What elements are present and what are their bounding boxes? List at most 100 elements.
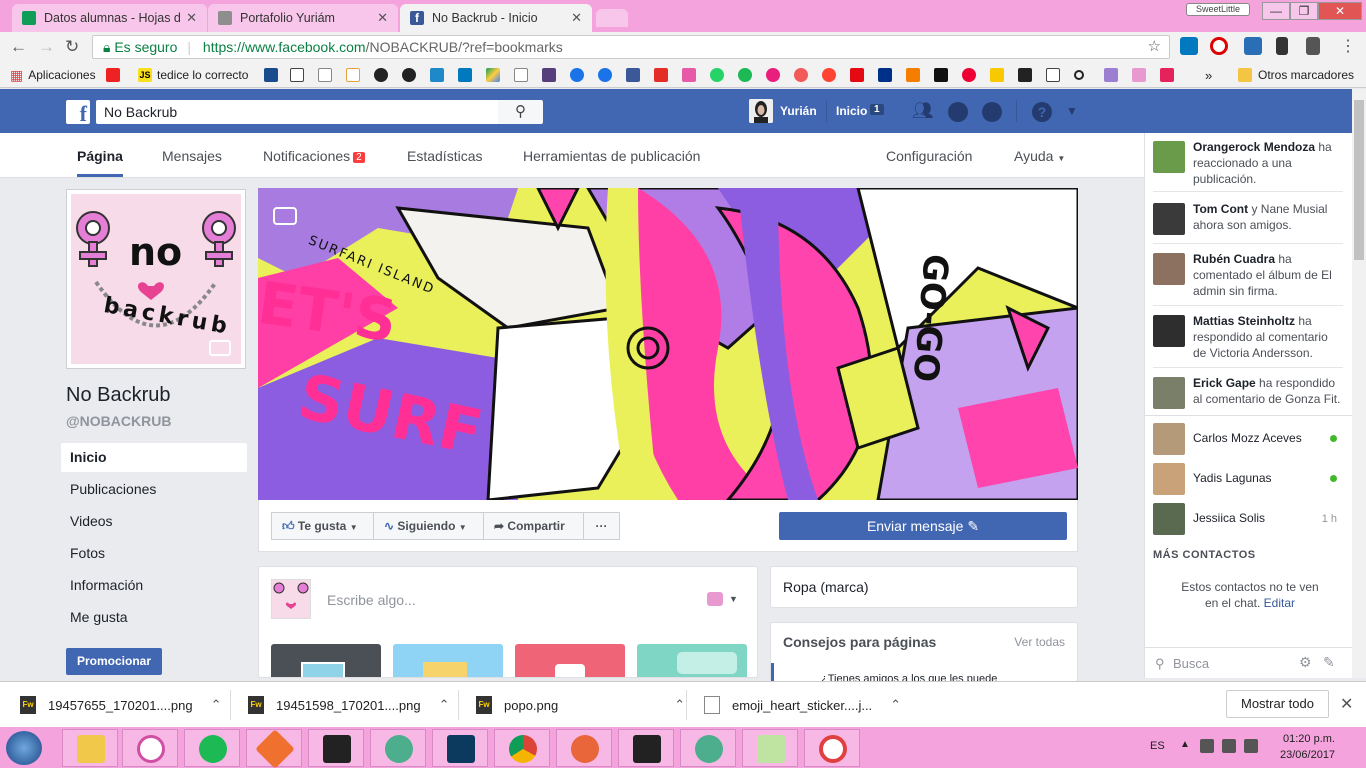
extension-icon[interactable] [1276, 37, 1288, 55]
document-icon[interactable] [318, 68, 332, 82]
help-icon[interactable]: ? [1032, 102, 1052, 122]
github-icon[interactable] [374, 68, 388, 82]
apps-bookmark[interactable]: ▦ Aplicaciones [10, 67, 96, 83]
trello-extension-icon[interactable] [1180, 37, 1198, 55]
blogger-icon[interactable] [906, 68, 920, 82]
messenger-icon[interactable] [948, 102, 968, 122]
chat-contact[interactable]: Carlos Mozz Aceves [1153, 423, 1343, 455]
page-category[interactable]: Ropa (marca) [770, 566, 1078, 608]
bookmark-icon[interactable] [598, 68, 612, 82]
bookmark-icon[interactable] [1074, 70, 1084, 80]
show-all-downloads-button[interactable]: Mostrar todo [1226, 690, 1329, 718]
user-name-link[interactable]: Yurián [780, 104, 817, 118]
taskbar-app[interactable] [246, 729, 302, 768]
left-nav-about[interactable]: Información [61, 571, 247, 600]
browser-tab-sheets[interactable]: Datos alumnas - Hojas d ✕ [12, 4, 207, 32]
close-tab-icon[interactable]: ✕ [377, 10, 388, 26]
see-all-tips-link[interactable]: Ver todas [1014, 635, 1065, 649]
taskbar-app[interactable] [556, 729, 612, 767]
taskbar-chrome[interactable] [494, 729, 550, 767]
event-tile[interactable] [393, 644, 503, 677]
taskbar-app[interactable] [432, 729, 488, 767]
like-page-button[interactable]: 👍︎ Te gusta ▼ [271, 512, 374, 540]
chevron-up-icon[interactable]: ⌃ [439, 697, 450, 713]
taskbar-spotify[interactable] [184, 729, 240, 767]
paypal-icon[interactable] [878, 68, 892, 82]
bookmark-icon[interactable] [1018, 68, 1032, 82]
back-arrow-icon[interactable]: ← [10, 37, 27, 57]
home-link[interactable]: Inicio [836, 104, 867, 118]
live-video-tile[interactable] [515, 644, 625, 677]
chevron-up-icon[interactable]: ⌃ [674, 697, 685, 713]
minimize-button[interactable]: — [1262, 2, 1290, 20]
left-nav-photos[interactable]: Fotos [61, 539, 247, 568]
download-item[interactable]: emoji_heart_sticker....j... ⌃ [704, 682, 901, 728]
facebook-icon[interactable] [626, 68, 640, 82]
extension-icon[interactable] [1244, 37, 1262, 55]
activity-item[interactable]: Erick Gape ha respondido al comentario d… [1153, 375, 1343, 409]
spotify-icon[interactable] [738, 68, 752, 82]
profile-badge[interactable]: SweetLittle [1186, 3, 1250, 16]
page-profile-picture[interactable]: no backrub [66, 189, 246, 369]
trello-icon[interactable] [458, 68, 472, 82]
forward-arrow-icon[interactable]: → [38, 37, 55, 57]
chat-search-input[interactable]: Busca [1173, 656, 1209, 671]
bootstrap-icon[interactable] [542, 68, 556, 82]
activity-item[interactable]: Mattias Steinholtz ha respondido al come… [1153, 313, 1343, 361]
new-tab-button[interactable] [596, 9, 628, 27]
tab-publishing-tools[interactable]: Herramientas de publicación [523, 148, 700, 164]
clock-date[interactable]: 23/06/2017 [1280, 749, 1335, 761]
language-indicator[interactable]: ES [1150, 740, 1165, 752]
eyedropper-extension-icon[interactable] [1306, 37, 1320, 55]
taskbar-sublime[interactable] [308, 729, 364, 767]
more-options-button[interactable]: ··· [583, 512, 620, 540]
facebook-search-input[interactable]: No Backrub [96, 100, 498, 124]
download-item[interactable]: Fw 19451598_170201....png ⌃ [248, 682, 450, 728]
composer-placeholder[interactable]: Escribe algo... [327, 592, 416, 608]
bookmark-icon[interactable] [990, 68, 1004, 82]
send-message-button[interactable]: Enviar mensaje ✎ [779, 512, 1067, 540]
bookmark-icon[interactable] [794, 68, 808, 82]
compose-icon[interactable]: ✎ [1323, 654, 1335, 671]
reload-icon[interactable]: ↻ [65, 37, 79, 57]
bookmark-icon[interactable] [1046, 68, 1060, 82]
taskbar-app[interactable] [804, 729, 860, 767]
share-button[interactable]: ➦ Compartir [483, 512, 584, 540]
clock-time[interactable]: 01:20 p.m. [1283, 733, 1335, 745]
taskbar-itunes[interactable] [122, 729, 178, 767]
document-icon[interactable] [514, 68, 528, 82]
start-button[interactable] [6, 731, 42, 765]
bookmark-icon[interactable] [346, 68, 360, 82]
network-icon[interactable] [1200, 739, 1214, 753]
bookmark-icon[interactable] [1132, 68, 1146, 82]
youtube-icon[interactable] [654, 68, 668, 82]
taskbar-atom[interactable] [370, 729, 426, 767]
chat-contact[interactable]: Yadis Lagunas [1153, 463, 1343, 495]
bookmark-icon[interactable] [430, 68, 444, 82]
photo-video-tile[interactable] [271, 644, 381, 677]
globe-notifications-icon[interactable] [982, 102, 1002, 122]
activity-item[interactable]: Orangerock Mendoza ha reaccionado a una … [1153, 139, 1343, 187]
github-icon[interactable] [402, 68, 416, 82]
bookmark-icon[interactable] [682, 68, 696, 82]
bookmark-star-icon[interactable]: ☆ [1148, 36, 1161, 58]
close-tab-icon[interactable]: ✕ [571, 10, 582, 26]
taskbar-atom[interactable] [680, 729, 736, 767]
user-avatar[interactable] [749, 99, 773, 123]
bookmark-icon[interactable] [264, 68, 278, 82]
search-icon[interactable]: ⚲ [498, 100, 543, 124]
maximize-button[interactable]: ❐ [1290, 2, 1318, 20]
bookmark-icon[interactable] [822, 68, 836, 82]
tab-messages[interactable]: Mensajes [162, 148, 222, 164]
browser-tab-facebook[interactable]: f No Backrub - Inicio ✕ [400, 4, 592, 32]
edit-link[interactable]: Editar [1264, 596, 1295, 610]
bookmark-icon[interactable] [570, 68, 584, 82]
taskbar-unity[interactable] [618, 729, 674, 767]
taskbar-explorer[interactable] [62, 729, 118, 767]
bookmark-icon[interactable] [1160, 68, 1174, 82]
menu-kebab-icon[interactable]: ⋮ [1340, 36, 1356, 56]
browser-tab-portfolio[interactable]: Portafolio Yuriám ✕ [208, 4, 398, 32]
bookmark-tedice[interactable]: JS tedice lo correcto [138, 67, 248, 83]
download-item[interactable]: Fw popo.png ⌃ [476, 682, 685, 728]
left-nav-home[interactable]: Inicio [61, 443, 247, 472]
